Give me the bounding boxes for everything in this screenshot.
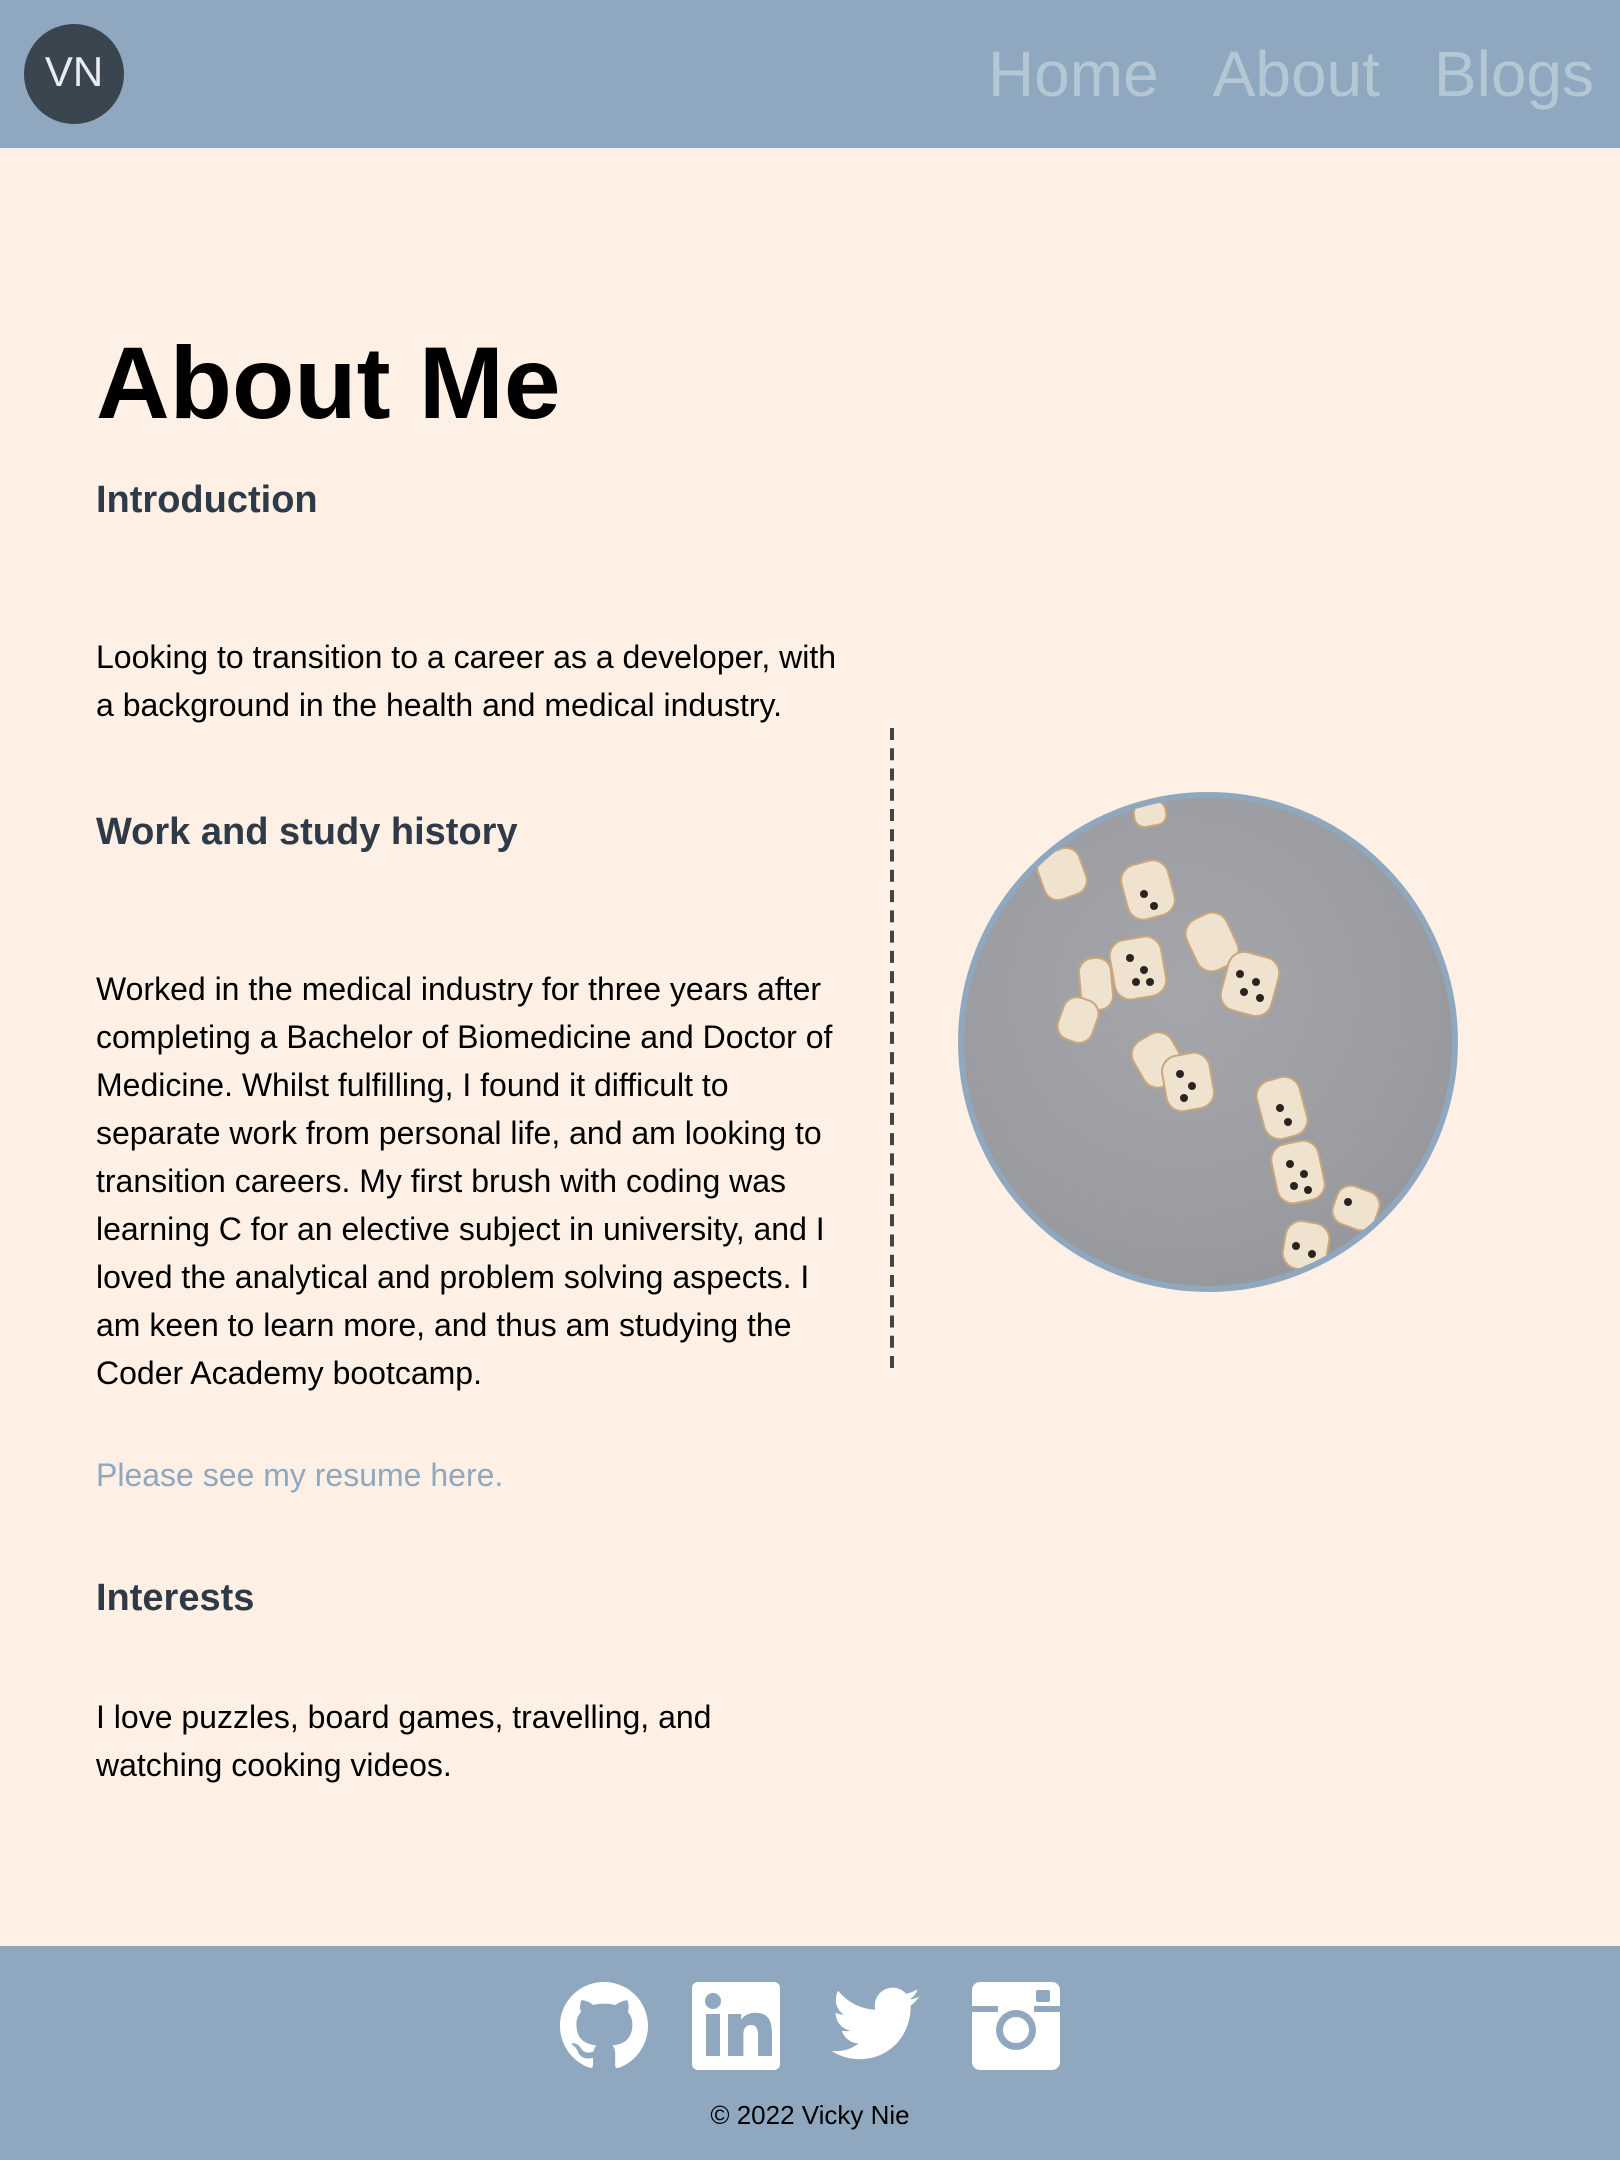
- main-nav: Home About Blogs: [934, 0, 1594, 148]
- social-links: [0, 1978, 1620, 2074]
- dice-illustration: [1036, 799, 1381, 1272]
- interests-heading: Interests: [96, 1578, 255, 1620]
- page-title: About Me: [96, 326, 561, 440]
- nav-about-link[interactable]: About: [1213, 37, 1380, 111]
- content-column: About Me: [96, 332, 836, 434]
- instagram-icon[interactable]: [968, 1978, 1064, 2074]
- twitter-icon[interactable]: [820, 1978, 932, 2074]
- site-header: VN Home About Blogs: [0, 0, 1620, 148]
- linkedin-icon[interactable]: [688, 1978, 784, 2074]
- interests-text: I love puzzles, board games, travelling,…: [96, 1702, 712, 1784]
- github-icon[interactable]: [556, 1978, 652, 2074]
- nav-blogs-link[interactable]: Blogs: [1434, 37, 1594, 111]
- dice-photo: [958, 792, 1458, 1292]
- work-heading: Work and study history: [96, 812, 518, 854]
- nav-home-link[interactable]: Home: [988, 37, 1159, 111]
- work-text: Worked in the medical industry for three…: [96, 974, 833, 1392]
- site-footer: © 2022 Vicky Nie: [0, 1946, 1620, 2160]
- page: VN Home About Blogs About Me Introductio…: [0, 0, 1620, 2160]
- copyright-text: © 2022 Vicky Nie: [710, 2100, 910, 2130]
- vertical-divider: [890, 728, 894, 1368]
- intro-heading: Introduction: [96, 480, 318, 522]
- intro-text: Looking to transition to a career as a d…: [96, 642, 836, 724]
- resume-link[interactable]: Please see my resume here.: [96, 1460, 503, 1496]
- main-content: About Me Introduction Looking to transit…: [0, 148, 1620, 1946]
- logo-avatar[interactable]: VN: [24, 24, 124, 124]
